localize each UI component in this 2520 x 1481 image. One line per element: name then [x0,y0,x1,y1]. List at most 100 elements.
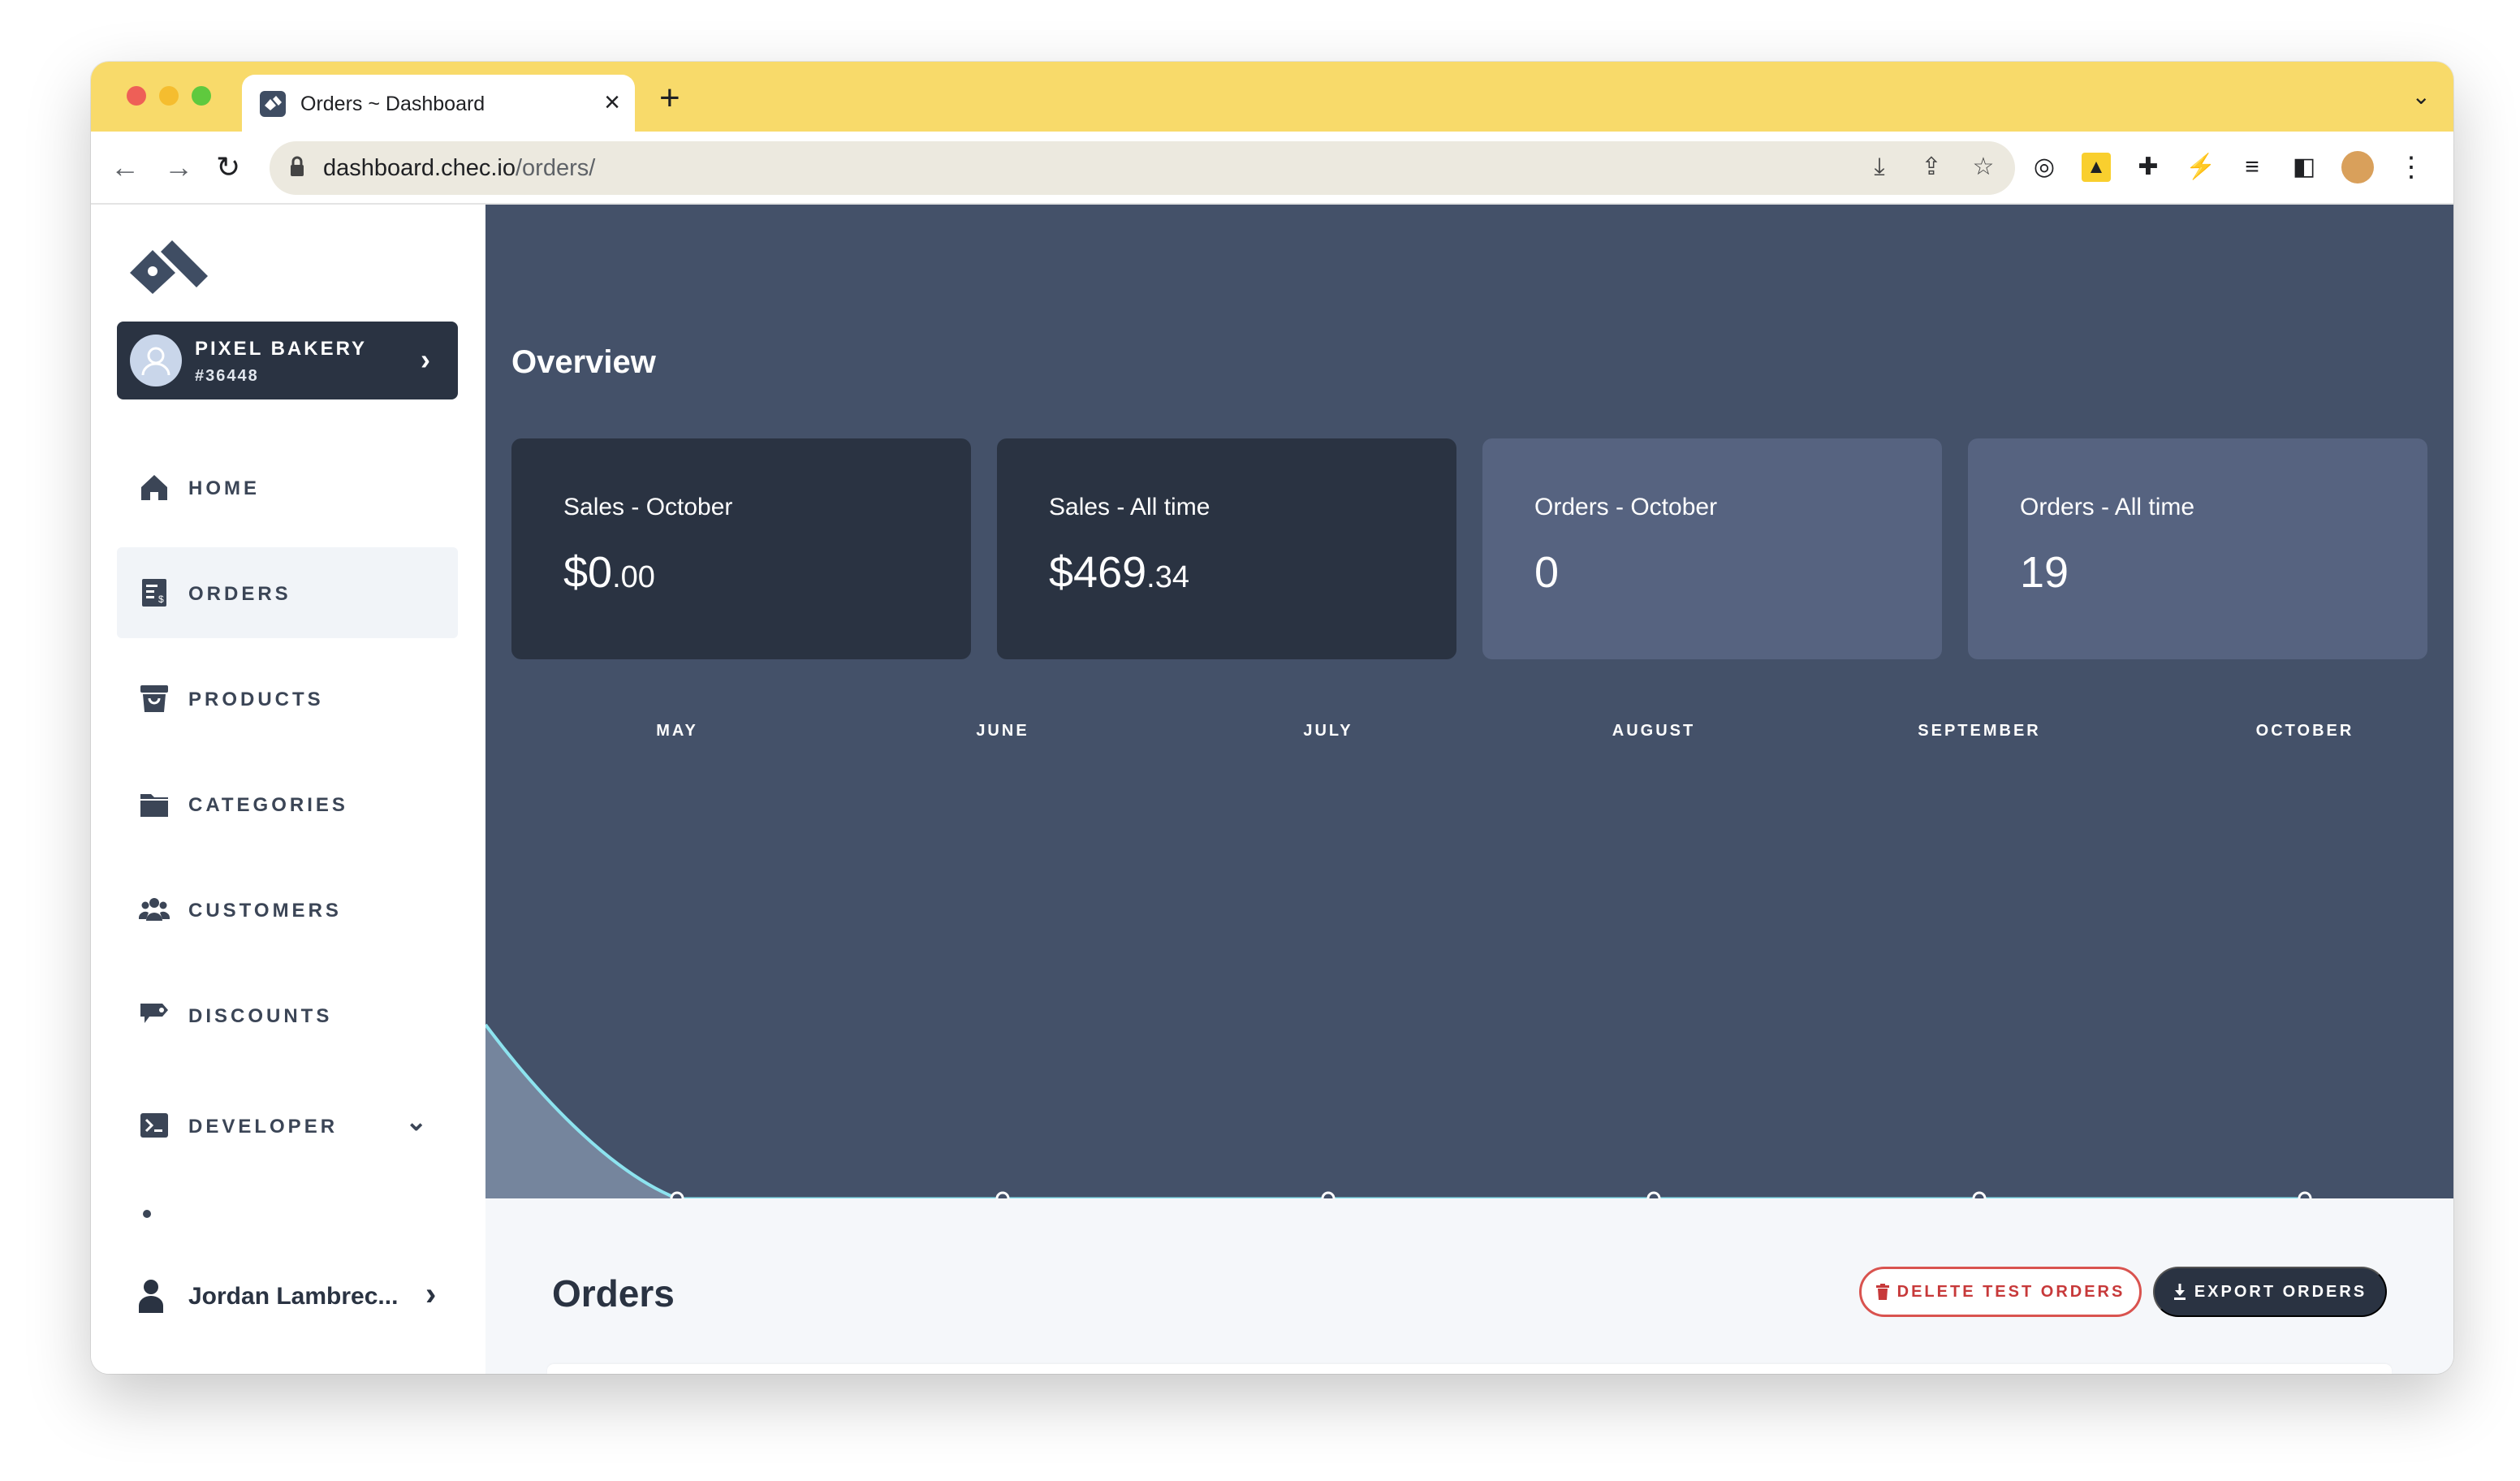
dashboard-app: PIXEL BAKERY #36448 › HOME $ ORDERS PROD… [91,205,2453,1374]
products-icon [140,685,168,712]
url-text: dashboard.chec.io/orders/ [323,155,595,182]
user-icon [139,1280,163,1313]
stat-value-main: 0 [1534,548,1560,597]
browser-tab[interactable]: Orders ~ Dashboard × [242,75,635,132]
stat-value-cents: .00 [612,560,655,594]
stat-value-main: $469 [1049,548,1147,597]
sidebar-item-discounts[interactable]: DISCOUNTS [117,969,458,1060]
sidebar-item-label: CUSTOMERS [188,900,342,922]
stat-label: Sales - All time [1049,494,1210,520]
profile-avatar[interactable] [2341,151,2374,184]
extensions-puzzle-icon[interactable]: ✚ [2134,153,2163,182]
stat-label: Orders - All time [2020,494,2195,520]
svg-text:$: $ [158,594,164,605]
url-path: /orders/ [516,155,596,181]
store-avatar [130,335,182,386]
chart-area-fill [485,1025,677,1198]
stat-label: Orders - October [1534,494,1718,520]
tab-search-chevron-icon[interactable]: ⌄ [2412,83,2431,110]
home-icon [141,475,167,500]
sidebar: PIXEL BAKERY #36448 › HOME $ ORDERS PROD… [91,205,485,1374]
sidebar-item-developer[interactable]: DEVELOPER ⌄ [117,1080,458,1171]
scroll-indicator [143,1210,151,1218]
stat-card-sales-month: Sales - October $0.00 [511,438,971,659]
trash-icon [1875,1284,1889,1300]
stat-label: Sales - October [563,494,733,520]
store-switcher[interactable]: PIXEL BAKERY #36448 › [117,322,458,399]
install-icon[interactable]: ⤓ [1866,153,1893,182]
store-id: #36448 [195,367,259,385]
extension-globe-icon[interactable]: ◎ [2030,153,2059,182]
stat-value-main: $0 [563,548,613,597]
orders-header: Orders DELETE TEST ORDERS EXPORT ORDERS [485,1198,2453,1374]
extension-bolt-icon[interactable]: ⚡ [2186,153,2216,182]
sidebar-item-label: DEVELOPER [188,1116,339,1138]
browser-toolbar: ← → ↻ dashboard.chec.io/orders/ ⤓ ⇪ ☆ ◎ … [91,132,2453,205]
stat-value: $469.34 [1049,547,1189,598]
tab-title: Orders ~ Dashboard [300,93,485,115]
chevron-right-icon: › [425,1276,437,1312]
new-tab-button[interactable]: + [659,78,680,119]
sidebar-item-label: ORDERS [188,583,291,605]
close-window-button[interactable] [127,86,146,106]
delete-test-orders-label: DELETE TEST ORDERS [1896,1282,2125,1301]
stat-value-main: 19 [2020,548,2069,597]
overview-title: Overview [511,344,656,380]
chart-month-label: MAY [656,722,698,740]
stat-card-sales-all-time: Sales - All time $469.34 [997,438,1456,659]
sidebar-item-label: CATEGORIES [188,794,348,816]
side-panel-icon[interactable]: ◧ [2289,153,2319,182]
forward-arrow-icon[interactable]: → [164,149,193,185]
export-orders-button[interactable]: EXPORT ORDERS [2153,1267,2387,1317]
sidebar-item-label: DISCOUNTS [188,1005,333,1027]
chec-logo-icon[interactable] [128,240,209,296]
sidebar-item-categories[interactable]: CATEGORIES [117,758,458,849]
stat-card-orders-all-time: Orders - All time 19 [1968,438,2427,659]
store-name: PIXEL BAKERY [195,338,368,360]
media-queue-icon[interactable]: ≡ [2237,153,2267,182]
stat-value: $0.00 [563,547,655,598]
minimize-window-button[interactable] [159,86,179,106]
sidebar-item-products[interactable]: PRODUCTS [117,653,458,744]
chevron-right-icon: › [421,343,430,376]
delete-test-orders-button[interactable]: DELETE TEST ORDERS [1859,1267,2142,1317]
orders-icon: $ [142,579,166,607]
back-arrow-icon[interactable]: ← [110,149,140,185]
chart-month-label: OCTOBER [2256,722,2354,740]
share-icon[interactable]: ⇪ [1918,153,1945,182]
stat-value: 0 [1534,547,1559,598]
orders-table-top [547,1364,2392,1374]
terminal-icon [140,1113,168,1138]
users-icon [138,898,170,921]
chart-month-label: JUNE [976,722,1029,740]
reload-icon[interactable]: ↻ [216,149,240,185]
download-icon [2173,1284,2186,1300]
browser-menu-icon[interactable]: ⋮ [2397,153,2426,182]
chec-favicon-icon [260,91,286,117]
sidebar-item-customers[interactable]: CUSTOMERS [117,864,458,955]
browser-window: Orders ~ Dashboard × + ⌄ ← → ↻ dashboard… [91,62,2453,1374]
bookmark-star-icon[interactable]: ☆ [1970,153,1997,182]
stat-card-orders-month: Orders - October 0 [1482,438,1942,659]
extension-a-icon[interactable]: ▲ [2082,153,2111,182]
chevron-down-icon[interactable]: ⌄ [405,1106,427,1137]
tab-close-icon[interactable]: × [604,86,620,119]
chart-month-label: SEPTEMBER [1918,722,2040,740]
sidebar-item-orders[interactable]: $ ORDERS [117,547,458,638]
user-placeholder-icon [141,347,170,376]
tag-icon [140,1004,168,1023]
address-bar[interactable]: dashboard.chec.io/orders/ ⤓ ⇪ ☆ [270,141,2015,195]
stat-value: 19 [2020,547,2069,598]
chart-month-label: AUGUST [1612,722,1695,740]
lock-icon [291,156,304,176]
orders-title: Orders [552,1272,675,1315]
sidebar-item-label: PRODUCTS [188,689,324,710]
browser-titlebar: Orders ~ Dashboard × + ⌄ [91,62,2453,132]
stat-value-cents: .34 [1146,560,1189,594]
user-account-link[interactable]: Jordan Lambrec... › [117,1260,458,1333]
sales-chart: MAY JUNE JULY AUGUST SEPTEMBER OCTOBER [485,722,2354,1203]
sidebar-item-label: HOME [188,477,260,499]
url-host: dashboard.chec.io [323,155,516,181]
maximize-window-button[interactable] [192,86,211,106]
sidebar-item-home[interactable]: HOME [117,442,458,533]
